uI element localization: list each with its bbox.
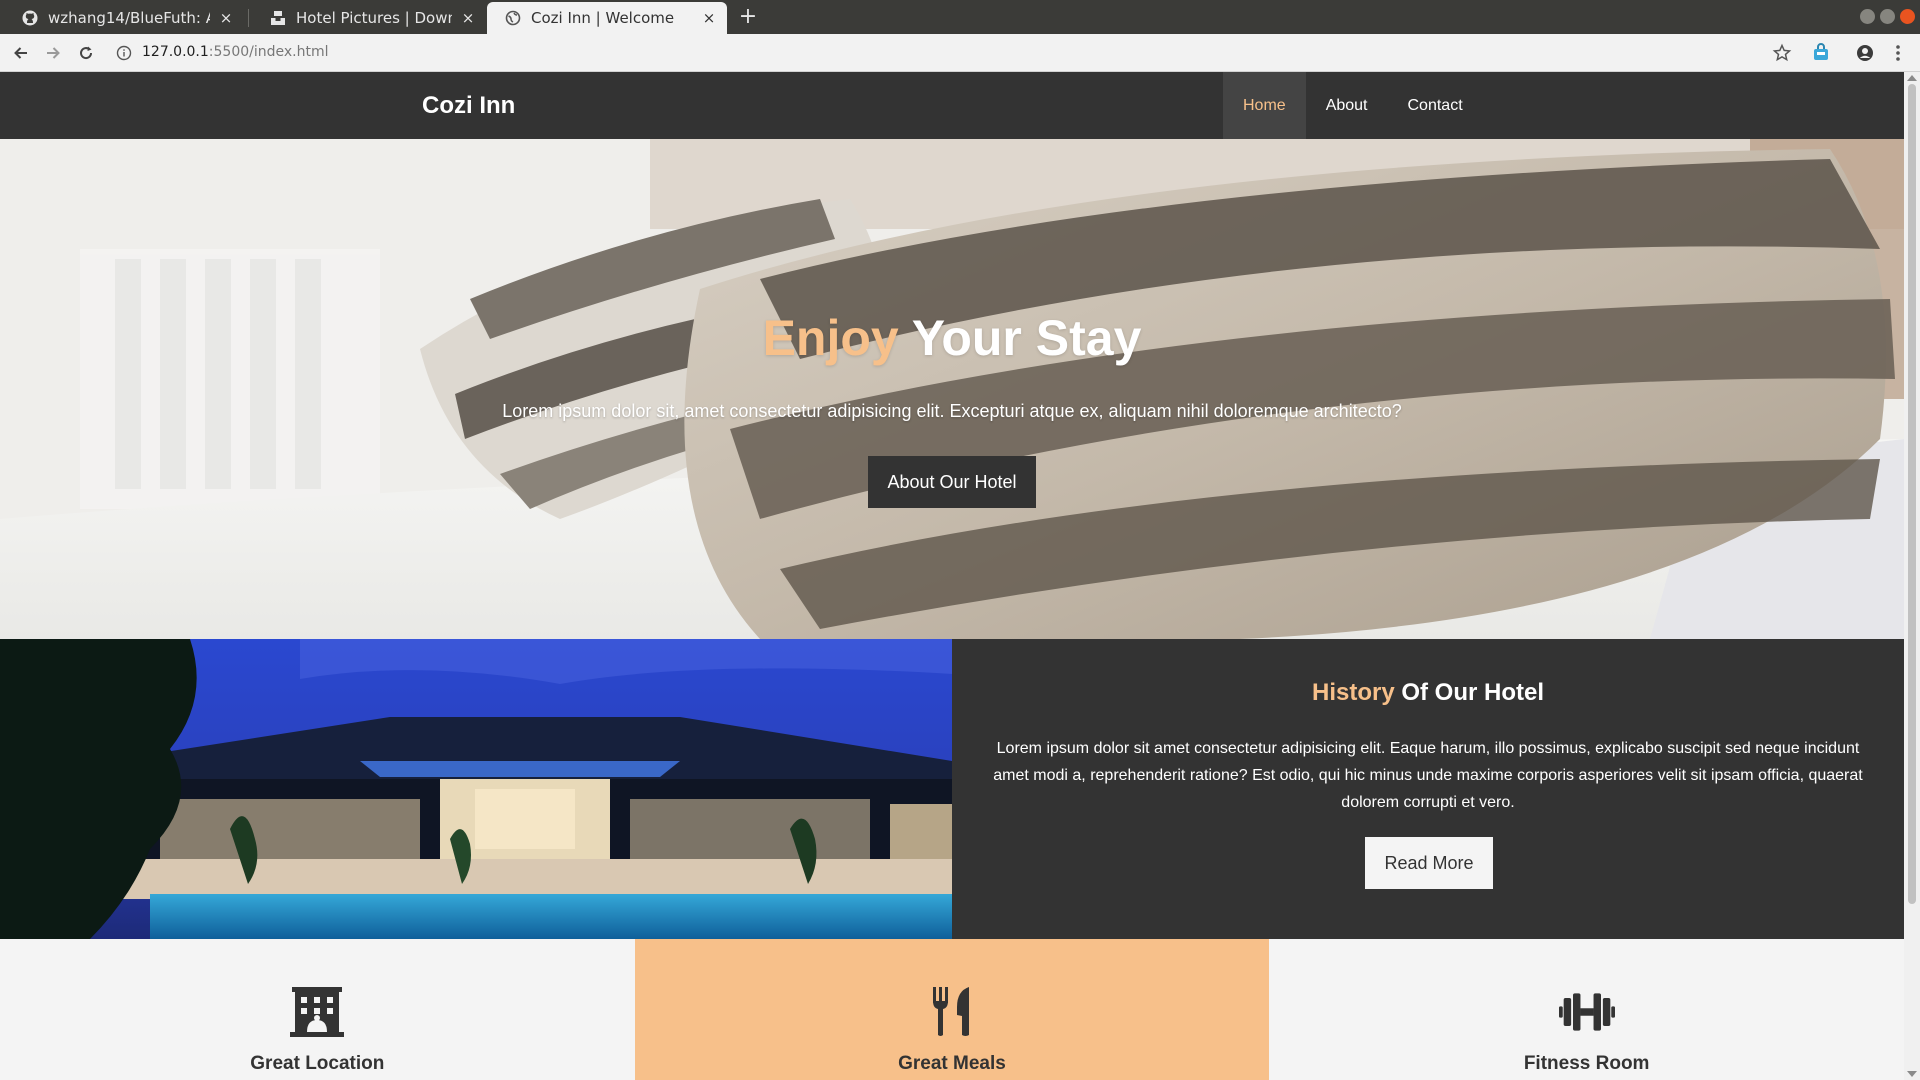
close-icon[interactable]: × [701,9,717,27]
github-icon [22,10,38,26]
hero-background-image [0,139,1904,639]
info-icon[interactable] [116,45,132,61]
hotel-pool-image [0,639,952,939]
unsplash-icon [270,10,286,26]
browser-tab-cozi-inn[interactable]: Cozi Inn | Welcome × [487,2,727,34]
minimize-window-icon[interactable] [1860,9,1875,24]
browser-tab-strip: wzhang14/BlueFuth: A w × Hotel Pictures … [0,0,1920,34]
scroll-down-arrow-icon[interactable] [1907,1071,1917,1077]
close-icon[interactable]: × [218,9,234,27]
history-content: History Of Our Hotel Lorem ipsum dolor s… [952,639,1904,939]
site-menu: Home About Contact [1223,72,1483,139]
hero-section: Enjoy Your Stay Lorem ipsum dolor sit, a… [0,139,1904,639]
forward-arrow-icon[interactable] [42,42,64,64]
about-our-hotel-button[interactable]: About Our Hotel [868,456,1036,508]
browser-tab-github[interactable]: wzhang14/BlueFuth: A w × [4,2,244,34]
tab-title: wzhang14/BlueFuth: A w [48,9,210,27]
scroll-up-arrow-icon[interactable] [1907,75,1917,81]
hero-title-rest: Your Stay [898,310,1142,366]
maximize-window-icon[interactable] [1880,9,1895,24]
hotel-building-icon [289,987,345,1039]
site-brand[interactable]: Cozi Inn [422,92,515,120]
dumbbell-icon [1558,987,1615,1039]
menu-dots-icon[interactable] [1892,43,1904,63]
back-arrow-icon[interactable] [10,42,32,64]
history-description: Lorem ipsum dolor sit amet consectetur a… [993,740,1863,811]
browser-tab-hotel-pictures[interactable]: Hotel Pictures | Downloa × [252,2,486,34]
profile-icon[interactable] [1855,43,1875,63]
hero-description: Lorem ipsum dolor sit, amet consectetur … [502,401,1402,421]
nav-link-about[interactable]: About [1306,72,1388,139]
feature-label: Fitness Room [1523,1053,1650,1074]
globe-icon [505,10,521,26]
history-title-rest: Of Our Hotel [1394,679,1545,706]
extension-icon[interactable] [1811,43,1831,63]
feature-great-location: Great Location [0,939,635,1080]
history-title-accent: History [1311,679,1395,706]
close-icon[interactable]: × [460,9,476,27]
reload-icon[interactable] [75,42,97,64]
feature-fitness-room: Fitness Room [1269,939,1904,1080]
feature-label: Great Meals [898,1053,1006,1074]
site-navbar: Cozi Inn Home About Contact [0,72,1904,139]
hero-title-accent: Enjoy [762,310,899,366]
page-scrollbar[interactable] [1904,72,1920,1080]
nav-link-home[interactable]: Home [1223,72,1306,139]
nav-link-contact[interactable]: Contact [1388,72,1483,139]
close-window-icon[interactable] [1900,9,1915,24]
page-viewport: Cozi Inn Home About Contact Enjoy Your S… [0,72,1904,1080]
url-host: 127.0.0.1 [142,44,209,60]
history-section: History Of Our Hotel Lorem ipsum dolor s… [0,639,1904,939]
bookmark-star-icon[interactable] [1772,43,1792,63]
new-tab-button[interactable]: + [736,4,760,30]
address-bar: 127.0.0.1:5500/index.html [0,34,1920,72]
history-title: History Of Our Hotel [952,679,1904,707]
url-field[interactable]: 127.0.0.1:5500/index.html [142,44,329,60]
features-section: Great Location Great Meals Fitness Room [0,939,1904,1080]
hero-title: Enjoy Your Stay [0,309,1904,367]
read-more-button[interactable]: Read More [1365,837,1493,889]
scrollbar-thumb[interactable] [1908,84,1916,904]
feature-great-meals: Great Meals [634,939,1270,1080]
tab-title: Hotel Pictures | Downloa [296,9,452,27]
utensils-icon [924,987,980,1039]
feature-label: Great Location [250,1053,385,1074]
tab-title: Cozi Inn | Welcome [531,9,675,27]
url-path: :5500/index.html [208,44,329,60]
tab-separator [248,9,249,27]
